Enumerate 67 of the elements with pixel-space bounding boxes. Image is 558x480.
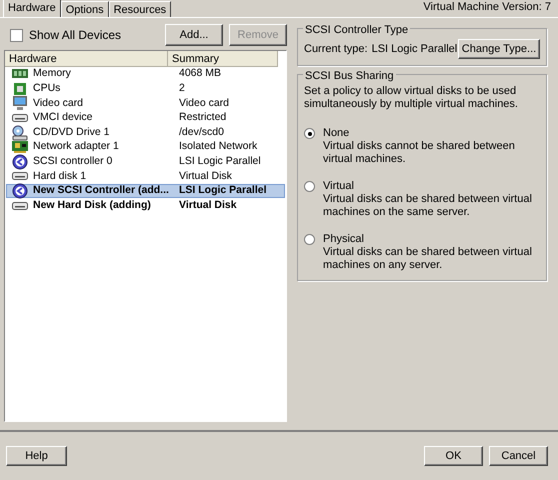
device-summary: 2 xyxy=(178,81,185,96)
device-name: CPUs xyxy=(33,81,62,96)
option-label: Physical xyxy=(323,233,365,246)
hardware-row[interactable]: New Hard Disk (adding) Virtual Disk xyxy=(6,198,285,213)
device-summary: Restricted xyxy=(178,110,226,126)
tab[interactable]: Options xyxy=(60,1,109,17)
device-name: Hard disk 1 xyxy=(33,168,88,184)
drive-icon xyxy=(12,113,28,124)
option-label: None xyxy=(323,127,350,140)
hardware-row[interactable]: Video card Video card xyxy=(6,96,285,111)
cancel-button[interactable]: Cancel xyxy=(489,446,548,466)
device-name: New Hard Disk (adding) xyxy=(33,198,152,213)
option-description: Virtual disks can be shared between virtual machines on the same server. xyxy=(323,193,533,219)
device-name: New SCSI Controller (add... xyxy=(33,183,170,198)
memory-chip-icon xyxy=(12,68,28,80)
show-all-label: Show All Devices xyxy=(29,27,122,44)
device-summary: LSI Logic Parallel xyxy=(178,154,261,169)
device-name: SCSI controller 0 xyxy=(33,154,114,169)
drive-icon xyxy=(12,171,28,182)
column-header[interactable]: Summary xyxy=(168,51,278,67)
radio-button[interactable] xyxy=(304,234,315,245)
device-name: Memory xyxy=(33,66,72,82)
device-name: Network adapter 1 xyxy=(33,139,120,154)
version-label: Virtual Machine Version: 7 xyxy=(423,0,552,14)
disc-drive-icon xyxy=(12,124,28,141)
tab[interactable]: Hardware xyxy=(3,0,61,17)
add-button[interactable]: Add... xyxy=(165,24,223,46)
tab[interactable]: Resources xyxy=(108,1,172,17)
hardware-row[interactable]: CPUs 2 xyxy=(6,82,285,96)
current-type-value: LSI Logic Parallel xyxy=(372,42,458,57)
group-title: SCSI Controller Type xyxy=(303,22,410,38)
change-type-button[interactable]: Change Type... xyxy=(458,39,540,59)
current-type-label: Current type: xyxy=(304,42,368,57)
device-name: VMCI device xyxy=(33,110,94,126)
radio-button[interactable] xyxy=(304,128,315,139)
hardware-row[interactable]: Network adapter 1 Isolated Network xyxy=(6,140,285,155)
network-card-icon xyxy=(12,140,28,154)
device-name: Video card xyxy=(33,96,84,111)
hardware-row[interactable]: SCSI controller 0 LSI Logic Parallel xyxy=(6,154,285,170)
monitor-icon xyxy=(12,95,28,112)
show-all-checkbox[interactable] xyxy=(10,28,23,42)
hardware-row[interactable]: Memory 4068 MB xyxy=(6,67,285,82)
hardware-row[interactable]: New SCSI Controller (add... LSI Logic Parallel xyxy=(6,184,285,198)
device-name: CD/DVD Drive 1 xyxy=(33,124,110,140)
radio-button[interactable] xyxy=(304,181,315,192)
hardware-row[interactable]: CD/DVD Drive 1 /dev/scd0 xyxy=(6,125,285,140)
cpu-chip-icon xyxy=(13,82,27,96)
device-summary: Video card xyxy=(178,96,230,111)
device-summary: Isolated Network xyxy=(178,139,258,154)
device-summary: /dev/scd0 xyxy=(178,124,224,140)
column-header[interactable]: Hardware xyxy=(5,51,168,67)
device-summary: 4068 MB xyxy=(178,66,222,82)
device-summary: Virtual Disk xyxy=(178,198,237,213)
option-label: Virtual xyxy=(323,180,355,193)
device-summary: Virtual Disk xyxy=(178,168,232,184)
group-title: SCSI Bus Sharing xyxy=(303,68,396,84)
hardware-row[interactable]: Hard disk 1 Virtual Disk xyxy=(6,169,285,184)
controller-icon xyxy=(12,154,28,170)
help-button[interactable]: Help xyxy=(6,446,67,466)
option-description: Virtual disks can be shared between virtual machines on any server. xyxy=(323,246,533,272)
drive-icon xyxy=(12,200,28,211)
controller-icon xyxy=(12,183,28,200)
bus-sharing-description: Set a policy to allow virtual disks to be used simultaneously by multiple virtual machines. xyxy=(304,85,519,111)
option-description: Virtual disks cannot be shared between virtual machines. xyxy=(323,140,516,166)
ok-button[interactable]: OK xyxy=(424,446,483,466)
device-summary: LSI Logic Parallel xyxy=(178,183,267,198)
hardware-row[interactable]: VMCI device Restricted xyxy=(6,110,285,126)
